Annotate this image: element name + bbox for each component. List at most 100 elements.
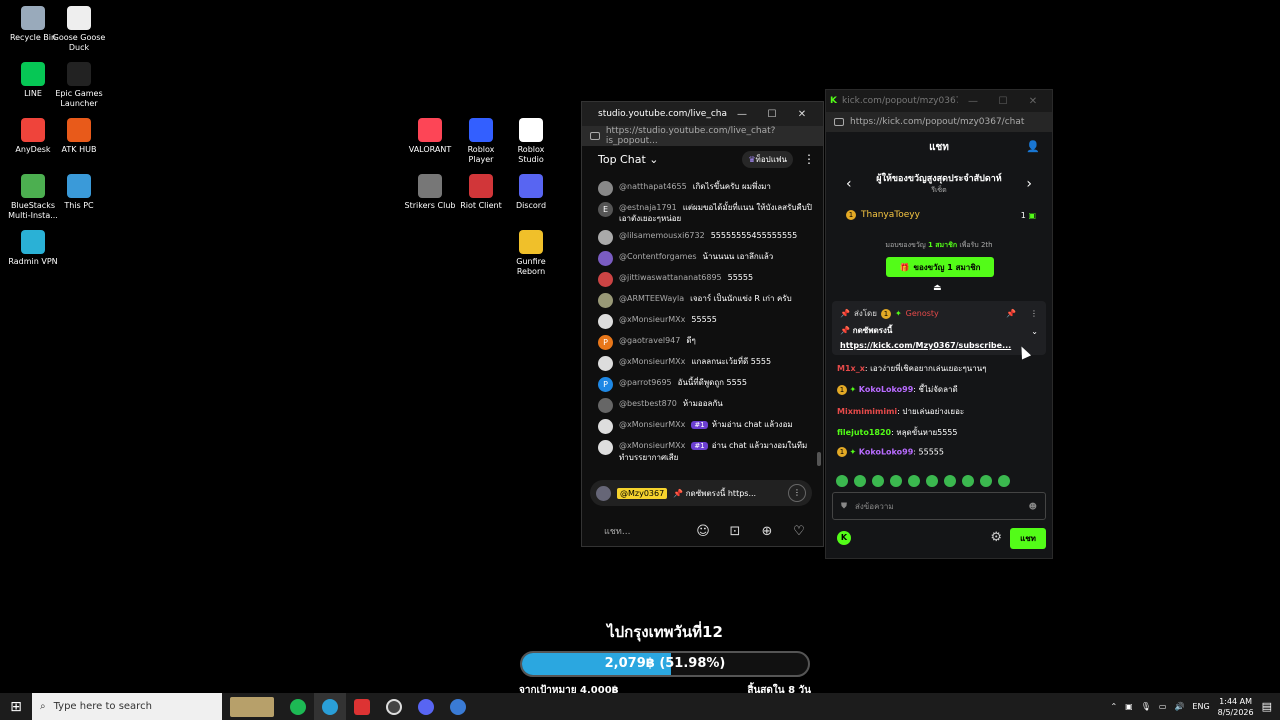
kick-username[interactable]: KokoLoko99	[859, 385, 913, 394]
heart-icon[interactable]: ♡	[783, 524, 815, 539]
close-button[interactable]: ✕	[787, 109, 817, 120]
emote-icon[interactable]	[998, 475, 1010, 487]
pinned-message[interactable]: @Mzy0367 📌 กดซัพตรงนี้ https... ⋮	[590, 480, 812, 506]
kick-badge-icon[interactable]: K	[837, 531, 851, 545]
chat-author[interactable]: @parrot9695	[619, 378, 672, 387]
battery-icon[interactable]: ▭	[1159, 702, 1167, 711]
chat-message[interactable]: @lilsamemousxi6732 55555555455555555	[582, 227, 820, 248]
chat-author[interactable]: @xMonsieurMXx	[619, 357, 685, 366]
emote-icon[interactable]	[836, 475, 848, 487]
kick-pinned-message[interactable]: 📌 ส่งโดย 1 ✦ Genosty 📌 ⋮ 📌 กดซัพตรงนี้ h…	[832, 301, 1046, 355]
collapse-icon[interactable]: ⏏	[933, 283, 942, 293]
kick-chat-message[interactable]: filejuto1820: หลุดขั้นหาย5555	[837, 426, 957, 439]
chat-message[interactable]: @ARMTEEWayla เจอาร์ เป็นนักแข่ง R เก่า คร…	[582, 290, 820, 311]
windows-start-icon[interactable]: ⊞	[0, 699, 32, 715]
emote-icon[interactable]	[926, 475, 938, 487]
desktop-icon[interactable]: Gunfire Reborn	[504, 230, 558, 277]
emote-icon[interactable]	[908, 475, 920, 487]
discord-icon[interactable]	[410, 693, 442, 720]
desktop-icon[interactable]: Discord	[504, 174, 558, 211]
chat-message[interactable]: @xMonsieurMXx #1 อ่าน chat แล้วมางอมในทีมท…	[582, 437, 820, 466]
kick-username[interactable]: filejuto1820	[837, 428, 891, 437]
search-highlight-icon[interactable]	[222, 693, 282, 720]
more-options-icon[interactable]: ⋮	[788, 484, 806, 502]
taskbar-search[interactable]: ⌕ Type here to search	[32, 693, 222, 720]
chat-message[interactable]: @xMonsieurMXx #1 ห้ามอ่าน chat แล้วงอม	[582, 416, 820, 437]
emote-icon[interactable]	[854, 475, 866, 487]
desktop-icon[interactable]: ATK HUB	[52, 118, 106, 155]
top-chat-dropdown[interactable]: Top Chat ⌄	[598, 153, 742, 166]
chat-message[interactable]: @xMonsieurMXx แกลลกนะเว้ยที่ดี 5555	[582, 353, 820, 374]
youtube-url-bar[interactable]: https://studio.youtube.com/live_chat?is_…	[582, 126, 823, 146]
pin-icon[interactable]: 📌	[1006, 309, 1016, 318]
app-icon[interactable]	[442, 693, 474, 720]
desktop-icon[interactable]: Radmin VPN	[6, 230, 60, 267]
emote-icon[interactable]	[890, 475, 902, 487]
scrollbar[interactable]	[817, 180, 821, 470]
desktop-icon[interactable]: Roblox Studio	[504, 118, 558, 165]
kick-chat-message[interactable]: 1 ✦ KokoLoko99: ชี้ไม่จัดลาดี	[837, 383, 958, 396]
chat-input[interactable]: แชท...	[604, 524, 687, 538]
spotify-icon[interactable]	[282, 693, 314, 720]
emote-icon[interactable]	[944, 475, 956, 487]
chevron-down-icon[interactable]: ⌄	[1031, 327, 1038, 336]
chat-author[interactable]: @lilsamemousxi6732	[619, 231, 705, 240]
pinned-link[interactable]: https://kick.com/Mzy0367/subscribe...	[840, 341, 1038, 350]
desktop-icon[interactable]: This PC	[52, 174, 106, 211]
pinned-by-name[interactable]: Genosty	[906, 309, 939, 318]
add-icon[interactable]: ⊕	[751, 524, 783, 539]
users-icon[interactable]: 👤	[1026, 140, 1040, 153]
chat-message[interactable]: E @estnaja1791 แต่ผมขอได้มั้ยที่แนน ให้บัง…	[582, 199, 820, 227]
media-app-icon[interactable]	[346, 693, 378, 720]
minimize-button[interactable]: —	[958, 96, 988, 107]
chat-author[interactable]: @natthapat4655	[619, 182, 687, 191]
edge-icon[interactable]	[314, 693, 346, 720]
notification-icon[interactable]: ▤	[1262, 700, 1272, 713]
kick-chat-message[interactable]: Mixmimimimi: ปายเล่นอย่างเยอะ	[837, 405, 964, 418]
send-chat-button[interactable]: แชท	[1010, 528, 1046, 549]
kick-username[interactable]: M1x_x	[837, 364, 865, 373]
chat-author[interactable]: @jittiwaswattananat6895	[619, 273, 722, 282]
kick-message-input[interactable]: ⛊ ส่งข้อความ ☻	[832, 492, 1046, 520]
network-icon[interactable]: ▣	[1125, 702, 1133, 711]
kick-username[interactable]: KokoLoko99	[859, 448, 913, 457]
language-indicator[interactable]: ENG	[1192, 702, 1209, 711]
desktop-icon[interactable]: Goose Goose Duck	[52, 6, 106, 53]
top-gifter-name[interactable]: ThanyaToeyy	[861, 210, 920, 220]
desktop-icon[interactable]: Riot Client	[454, 174, 508, 211]
chevron-right-icon[interactable]: ›	[1026, 176, 1032, 192]
scrollbar-thumb[interactable]	[817, 452, 821, 466]
chat-author[interactable]: @estnaja1791	[619, 203, 677, 212]
chat-author[interactable]: @xMonsieurMXx	[619, 315, 685, 324]
maximize-button[interactable]: ☐	[757, 109, 787, 120]
chat-message[interactable]: @xMonsieurMXx 55555	[582, 311, 820, 332]
emote-icon[interactable]	[962, 475, 974, 487]
chat-author[interactable]: @bestbest870	[619, 399, 677, 408]
gift-subscription-button[interactable]: 🎁 ของขวัญ 1 สมาชิก	[886, 257, 994, 277]
emoji-icon[interactable]: ☺	[687, 524, 719, 539]
chat-author[interactable]: @xMonsieurMXx	[619, 420, 685, 429]
kick-username[interactable]: Mixmimimimi	[837, 407, 897, 416]
super-chat-icon[interactable]: ⊡	[719, 524, 751, 539]
kick-chat-message[interactable]: 1 ✦ KokoLoko99: 55555	[837, 447, 944, 457]
more-options-icon[interactable]: ⋮	[1030, 309, 1038, 318]
clock[interactable]: 1:44 AM 8/5/2026	[1218, 696, 1254, 718]
volume-icon[interactable]: 🔊	[1174, 702, 1184, 711]
gear-icon[interactable]: ⚙	[990, 530, 1002, 545]
microphone-icon[interactable]: 🎙	[1141, 702, 1151, 711]
chat-message[interactable]: P @gaotravel947 ดีๆ	[582, 332, 820, 353]
more-options-icon[interactable]: ⋮	[803, 152, 815, 166]
chat-message[interactable]: @bestbest870 ห้ามออลกัน	[582, 395, 820, 416]
chat-message[interactable]: @natthapat4655 เกิดไรขึ้นครับ ผมพึ่งมา	[582, 178, 820, 199]
desktop-icon[interactable]: Roblox Player	[454, 118, 508, 165]
desktop-icon[interactable]: VALORANT	[403, 118, 457, 155]
close-button[interactable]: ✕	[1018, 96, 1048, 107]
chat-message[interactable]: P @parrot9695 อันนี้ที่ดีพูดถูก 5555	[582, 374, 820, 395]
emote-icon[interactable]	[872, 475, 884, 487]
minimize-button[interactable]: —	[727, 109, 757, 120]
emoji-icon[interactable]: ☻	[1029, 502, 1037, 511]
chat-message[interactable]: @Contentforgames น้านนนน เอาลึกแล้ว	[582, 248, 820, 269]
desktop-icon[interactable]: Strikers Club	[403, 174, 457, 211]
chat-author[interactable]: @gaotravel947	[619, 336, 680, 345]
chat-message[interactable]: @jittiwaswattananat6895 55555	[582, 269, 820, 290]
